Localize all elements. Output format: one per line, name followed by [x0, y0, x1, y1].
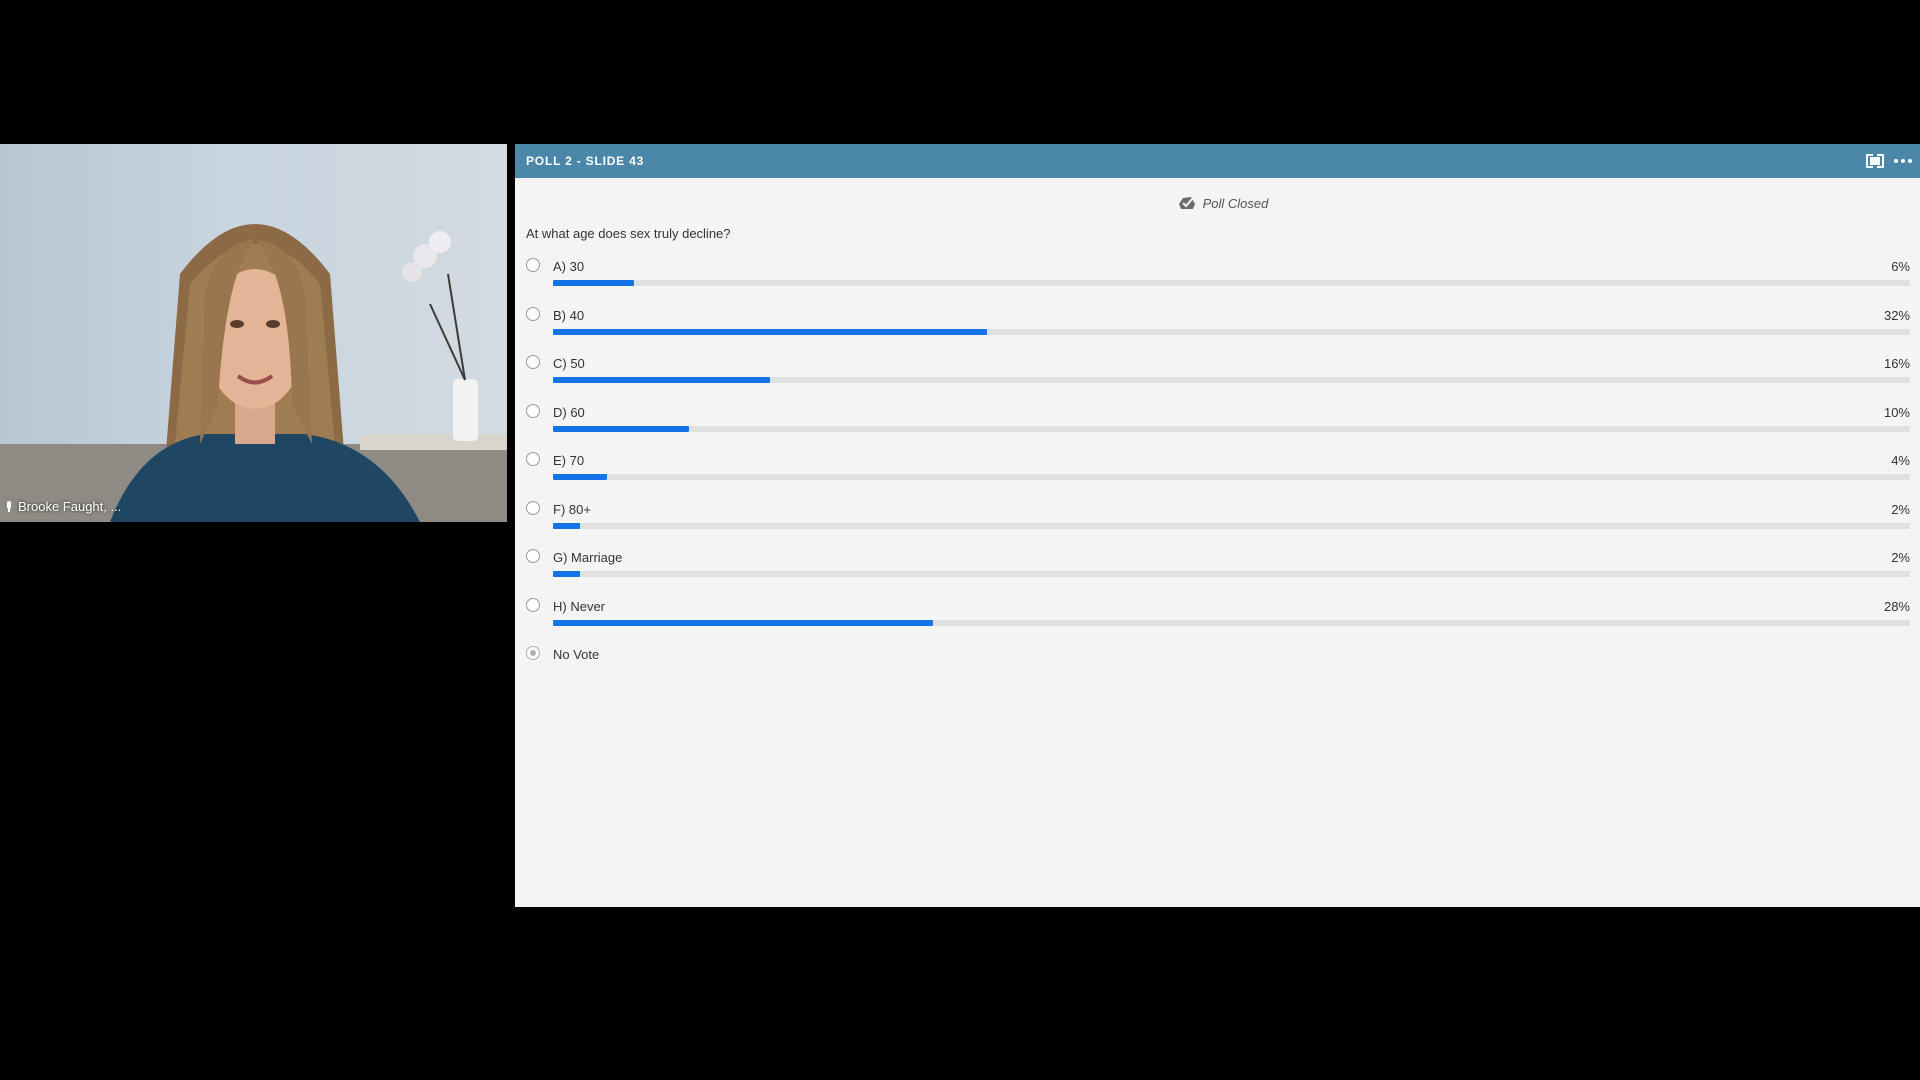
poll-option: D) 60 10%: [515, 396, 1920, 445]
no-vote-radio[interactable]: [526, 646, 540, 660]
option-percent: 16%: [1883, 356, 1910, 371]
poll-options: A) 30 6% B) 40 32% C) 50 16% D) 60 10% E…: [515, 250, 1920, 668]
video-tile: Brooke Faught, ...: [0, 144, 507, 522]
poll-question: At what age does sex truly decline?: [526, 226, 731, 241]
result-bar-fill: [553, 619, 933, 626]
no-vote-label: No Vote: [553, 647, 600, 662]
option-percent: 4%: [1891, 453, 1910, 468]
poll-panel: POLL 2 - SLIDE 43 Poll Closed At what ag…: [515, 144, 1920, 907]
fullscreen-icon[interactable]: [1866, 154, 1884, 168]
header-actions: [1866, 154, 1912, 168]
result-bar-fill: [553, 377, 771, 383]
result-bar-track: [553, 328, 1910, 335]
result-bar-track: [553, 377, 1910, 383]
result-bar-track: [553, 619, 1910, 626]
more-options-icon[interactable]: [1894, 155, 1912, 167]
option-radio[interactable]: [526, 597, 540, 612]
result-bar-fill: [553, 522, 581, 529]
participant-name-tag: Brooke Faught, ...: [6, 496, 121, 516]
option-percent: 10%: [1883, 404, 1910, 420]
option-percent: 2%: [1891, 501, 1910, 517]
poll-option-no-vote: No Vote: [515, 638, 1920, 668]
result-bar-track: [553, 474, 1910, 480]
poll-status-text: Poll Closed: [1202, 195, 1269, 211]
result-bar-fill: [553, 425, 689, 432]
poll-option: E) 70 4%: [515, 444, 1920, 493]
microphone-icon: [6, 500, 12, 512]
result-bar-fill: [553, 280, 635, 286]
ballot-check-icon: [1178, 197, 1195, 209]
result-bar-track: [553, 425, 1910, 432]
option-radio[interactable]: [526, 306, 540, 321]
poll-option: A) 30 6%: [515, 250, 1920, 299]
option-label: D) 60: [553, 404, 585, 420]
poll-option: G) Marriage 2%: [515, 541, 1920, 590]
option-label: E) 70: [553, 453, 585, 468]
poll-status: Poll Closed: [515, 194, 1920, 212]
poll-option: F) 80+ 2%: [515, 493, 1920, 542]
poll-title: POLL 2 - SLIDE 43: [526, 154, 645, 168]
option-label: H) Never: [553, 598, 606, 614]
option-percent: 32%: [1883, 307, 1910, 323]
poll-option: C) 50 16%: [515, 347, 1920, 396]
option-radio[interactable]: [526, 452, 540, 466]
option-radio[interactable]: [526, 500, 540, 515]
option-radio[interactable]: [526, 355, 540, 369]
result-bar-track: [553, 571, 1910, 577]
participant-name: Brooke Faught, ...: [18, 498, 122, 514]
result-bar-fill: [553, 474, 608, 480]
option-radio[interactable]: [526, 549, 540, 563]
poll-option: B) 40 32%: [515, 299, 1920, 348]
option-radio[interactable]: [526, 403, 540, 418]
result-bar-track: [553, 280, 1910, 286]
participant-video: [0, 224, 507, 522]
option-label: A) 30: [553, 259, 585, 274]
option-radio[interactable]: [526, 258, 540, 272]
option-percent: 28%: [1883, 598, 1910, 614]
option-label: G) Marriage: [553, 550, 623, 565]
poll-header: POLL 2 - SLIDE 43: [515, 144, 1920, 178]
option-percent: 2%: [1891, 550, 1910, 565]
option-label: B) 40: [553, 307, 585, 323]
result-bar-track: [553, 522, 1910, 529]
option-label: C) 50: [553, 356, 585, 371]
option-percent: 6%: [1891, 259, 1910, 274]
option-label: F) 80+: [553, 501, 591, 517]
result-bar-fill: [553, 328, 988, 335]
result-bar-fill: [553, 571, 581, 577]
poll-option: H) Never 28%: [515, 590, 1920, 639]
